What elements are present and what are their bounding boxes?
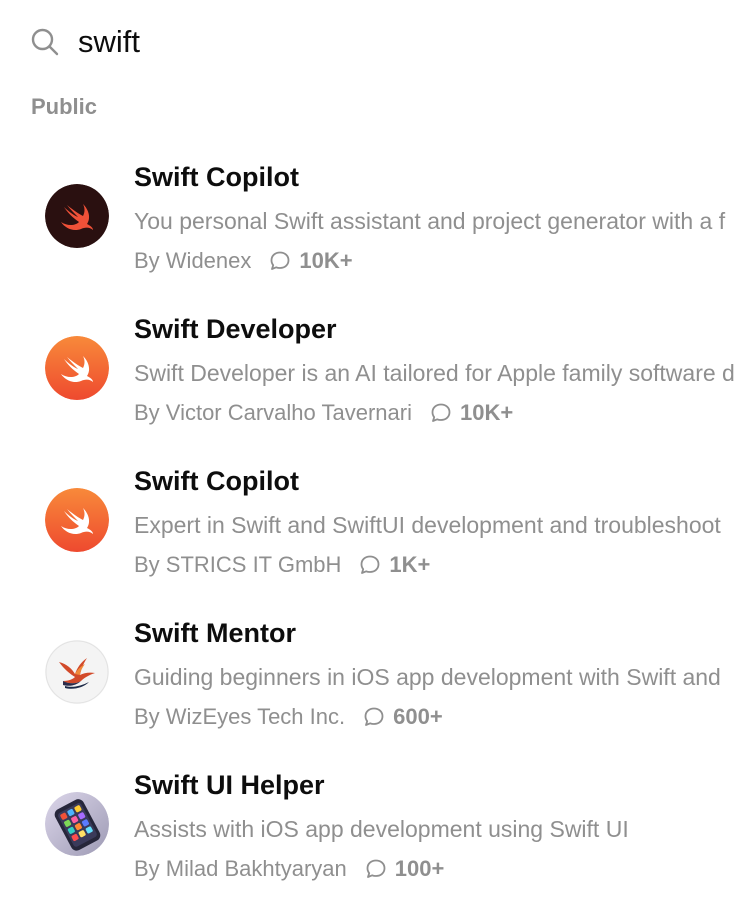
- phone-app-grid-icon: [45, 792, 109, 856]
- item-meta: By Victor Carvalho Tavernari 10K+: [134, 400, 513, 426]
- conversation-count: 1K+: [389, 552, 431, 577]
- conversation-count: 100+: [394, 856, 445, 881]
- conversation-count: 600+: [393, 704, 443, 729]
- item-description: Guiding beginners in iOS app development…: [134, 664, 721, 690]
- results-list: Swift Copilot You personal Swift assista…: [0, 152, 748, 906]
- item-title: Swift Developer: [134, 314, 337, 344]
- list-item[interactable]: Swift UI Helper Assists with iOS app dev…: [0, 760, 748, 906]
- conversation-count: 10K+: [299, 248, 353, 273]
- list-item[interactable]: Swift Copilot You personal Swift assista…: [0, 152, 748, 304]
- item-title: Swift Mentor: [134, 618, 296, 648]
- swift-logo-orange-icon: [45, 488, 109, 552]
- conversation-count: 10K+: [459, 400, 514, 425]
- chat-bubble-icon: [430, 402, 452, 424]
- list-item[interactable]: Swift Mentor Guiding beginners in iOS ap…: [0, 608, 748, 760]
- item-meta: By Milad Bakhtyaryan 100+: [134, 856, 444, 882]
- item-author: By Milad Bakhtyaryan: [134, 856, 347, 881]
- swift-logo-dark-icon: [45, 184, 109, 248]
- item-author: By STRICS IT GmbH: [134, 552, 342, 577]
- chat-bubble-icon: [269, 250, 291, 272]
- chat-bubble-icon: [363, 706, 385, 728]
- item-meta: By WizEyes Tech Inc. 600+: [134, 704, 443, 730]
- chat-bubble-icon: [365, 858, 387, 880]
- search-icon[interactable]: [30, 27, 60, 57]
- chat-bubble-icon: [359, 554, 381, 576]
- item-title: Swift UI Helper: [134, 770, 325, 800]
- section-label-public: Public: [31, 94, 98, 119]
- item-description: Assists with iOS app development using S…: [134, 816, 629, 842]
- search-results-page: Public Swift Copilot You personal Swift …: [0, 0, 748, 906]
- search-input[interactable]: [78, 18, 718, 66]
- item-author: By WizEyes Tech Inc.: [134, 704, 346, 729]
- item-meta: By STRICS IT GmbH 1K+: [134, 552, 430, 578]
- item-description: Expert in Swift and SwiftUI development …: [134, 512, 721, 538]
- search-bar: [0, 0, 748, 84]
- item-description: You personal Swift assistant and project…: [134, 208, 726, 234]
- list-item[interactable]: Swift Copilot Expert in Swift and SwiftU…: [0, 456, 748, 608]
- item-title: Swift Copilot: [134, 466, 299, 496]
- item-meta: By Widenex 10K+: [134, 248, 353, 274]
- list-item[interactable]: Swift Developer Swift Developer is an AI…: [0, 304, 748, 456]
- item-author: By Widenex: [134, 248, 252, 273]
- item-title: Swift Copilot: [134, 162, 299, 192]
- swift-logo-orange-icon: [45, 336, 109, 400]
- item-description: Swift Developer is an AI tailored for Ap…: [134, 360, 735, 386]
- swift-bird-illustration-icon: [45, 640, 109, 704]
- item-author: By Victor Carvalho Tavernari: [134, 400, 412, 425]
